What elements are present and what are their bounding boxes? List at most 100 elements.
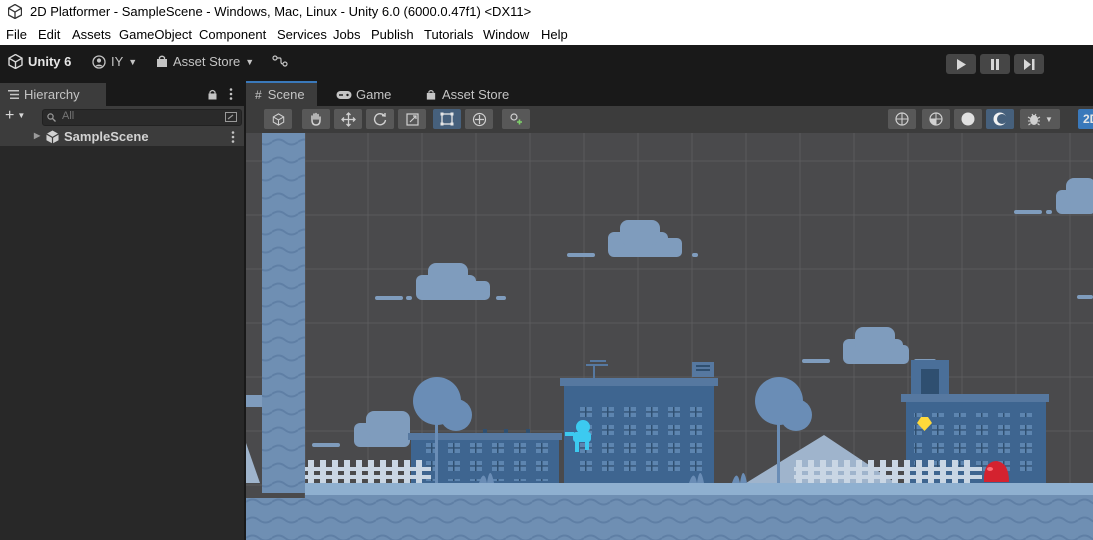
unity-cube-icon: [8, 54, 23, 69]
tab-scene[interactable]: # Scene: [246, 81, 317, 106]
scale-icon: [405, 112, 419, 126]
tab-game[interactable]: Game: [336, 83, 391, 106]
menu-publish[interactable]: Publish: [371, 27, 414, 42]
bug-icon: [1027, 113, 1041, 126]
tab-game-label: Game: [356, 87, 392, 102]
search-filter-icon[interactable]: [225, 112, 237, 122]
globe-icon: [895, 112, 909, 126]
wall-ledge: [246, 395, 262, 407]
asset-store-label: Asset Store: [173, 54, 241, 69]
shopping-bag-icon: [157, 55, 167, 67]
play-icon: [957, 58, 966, 70]
menu-edit[interactable]: Edit: [38, 27, 60, 42]
transform-tool-button[interactable]: [465, 109, 493, 129]
hierarchy-search-field[interactable]: All: [42, 109, 242, 126]
menu-assets[interactable]: Assets: [72, 27, 111, 42]
hierarchy-tab-label: Hierarchy: [24, 87, 80, 102]
menu-help[interactable]: Help: [541, 27, 568, 42]
pause-icon: [991, 58, 999, 70]
wireframe-mode-button[interactable]: [922, 109, 950, 129]
list-icon: [8, 90, 19, 99]
menu-services[interactable]: Services: [277, 27, 327, 42]
shaded-mode-button[interactable]: [954, 109, 982, 129]
ground-platform-edge: [305, 495, 1093, 498]
wireframe-sphere-icon: [929, 112, 943, 126]
rotate-tool-button[interactable]: [366, 109, 394, 129]
search-placeholder: All: [62, 110, 75, 122]
unity-logo-icon: [8, 4, 22, 19]
unlit-mode-button[interactable]: [986, 109, 1014, 129]
unity-version-label: Unity 6: [28, 54, 72, 69]
menu-bar: File Edit Assets GameObject Component Se…: [0, 24, 1093, 45]
version-control-button[interactable]: [272, 54, 288, 68]
account-dropdown[interactable]: IY ▼: [92, 54, 137, 69]
scene-tab-bar: # Scene Game Asset Store: [246, 81, 1093, 106]
2d-mode-toggle[interactable]: 2D: [1078, 109, 1093, 129]
step-icon: [1023, 58, 1034, 70]
menu-tutorials[interactable]: Tutorials: [424, 27, 473, 42]
lock-icon[interactable]: [208, 89, 217, 100]
scale-tool-button[interactable]: [398, 109, 426, 129]
hierarchy-tab-bar: Hierarchy: [0, 81, 244, 106]
hand-icon: [311, 112, 321, 126]
more-options-icon[interactable]: [229, 88, 233, 100]
main-toolbar: Unity 6 IY ▼ Asset Store ▼: [0, 45, 1093, 81]
window-title: 2D Platformer - SampleScene - Windows, M…: [30, 4, 532, 19]
chevron-down-icon: ▼: [245, 56, 255, 67]
tab-scene-label: Scene: [267, 87, 305, 102]
plus-icon: +: [5, 107, 15, 124]
scene-canvas[interactable]: [246, 133, 1093, 540]
hand-tool-button[interactable]: [302, 109, 330, 129]
menu-file[interactable]: File: [6, 27, 27, 42]
ground-water: [246, 498, 1093, 540]
tab-hierarchy[interactable]: Hierarchy: [0, 83, 106, 106]
menu-jobs[interactable]: Jobs: [333, 27, 360, 42]
chevron-down-icon: ▼: [1045, 114, 1053, 124]
account-label: IY: [111, 54, 124, 69]
create-button[interactable]: + ▼: [5, 108, 33, 125]
cloud-sprite: [1077, 295, 1093, 299]
unity-version-button[interactable]: Unity 6: [8, 54, 71, 69]
hierarchy-panel: Hierarchy + ▼ All ▶ SampleScene: [0, 81, 244, 540]
move-tool-button[interactable]: [334, 109, 362, 129]
custom-tool-button[interactable]: [502, 109, 530, 129]
tab-asset-store-label: Asset Store: [442, 87, 510, 102]
expand-arrow-icon[interactable]: ▶: [34, 131, 40, 140]
cube-icon: [272, 112, 284, 126]
scene-toolbar: ▼ 2D: [246, 106, 1093, 133]
step-button[interactable]: [1014, 54, 1044, 74]
menu-component[interactable]: Component: [199, 27, 266, 42]
shaded-sphere-icon: [961, 112, 975, 126]
move-icon: [340, 111, 356, 127]
version-control-icon: [272, 55, 288, 67]
2d-mode-label: 2D: [1083, 112, 1093, 126]
tab-asset-store[interactable]: Asset Store: [426, 83, 509, 106]
play-button[interactable]: [946, 54, 976, 74]
rotate-icon: [373, 113, 387, 126]
rect-tool-button[interactable]: [433, 109, 461, 129]
building-sprite: [408, 429, 562, 485]
ground-platform: [305, 483, 1093, 497]
left-wall-tiles: [262, 133, 305, 493]
scene-name-label: SampleScene: [64, 129, 149, 144]
asset-store-dropdown[interactable]: Asset Store ▼: [156, 54, 254, 69]
transform-icon: [472, 112, 486, 126]
view-cube-button[interactable]: [264, 109, 292, 129]
chevron-down-icon: ▼: [17, 111, 26, 120]
draw-mode-button[interactable]: [888, 109, 916, 129]
more-options-icon[interactable]: [231, 131, 235, 143]
scene-viewport[interactable]: [246, 133, 1093, 540]
hierarchy-scene-row[interactable]: ▶ SampleScene: [0, 128, 244, 146]
grid-icon: #: [255, 87, 262, 102]
custom-tool-icon: [510, 113, 522, 125]
menu-window[interactable]: Window: [483, 27, 529, 42]
pause-button[interactable]: [980, 54, 1010, 74]
gamepad-icon: [336, 90, 352, 99]
shopping-bag-icon: [426, 89, 436, 100]
rect-tool-icon: [440, 112, 454, 126]
menu-gameobject[interactable]: GameObject: [119, 27, 192, 42]
hierarchy-toolbar: + ▼ All: [0, 106, 244, 129]
debug-dropdown[interactable]: ▼: [1020, 109, 1060, 129]
search-icon: [47, 113, 56, 122]
window-title-bar: 2D Platformer - SampleScene - Windows, M…: [0, 0, 1093, 24]
